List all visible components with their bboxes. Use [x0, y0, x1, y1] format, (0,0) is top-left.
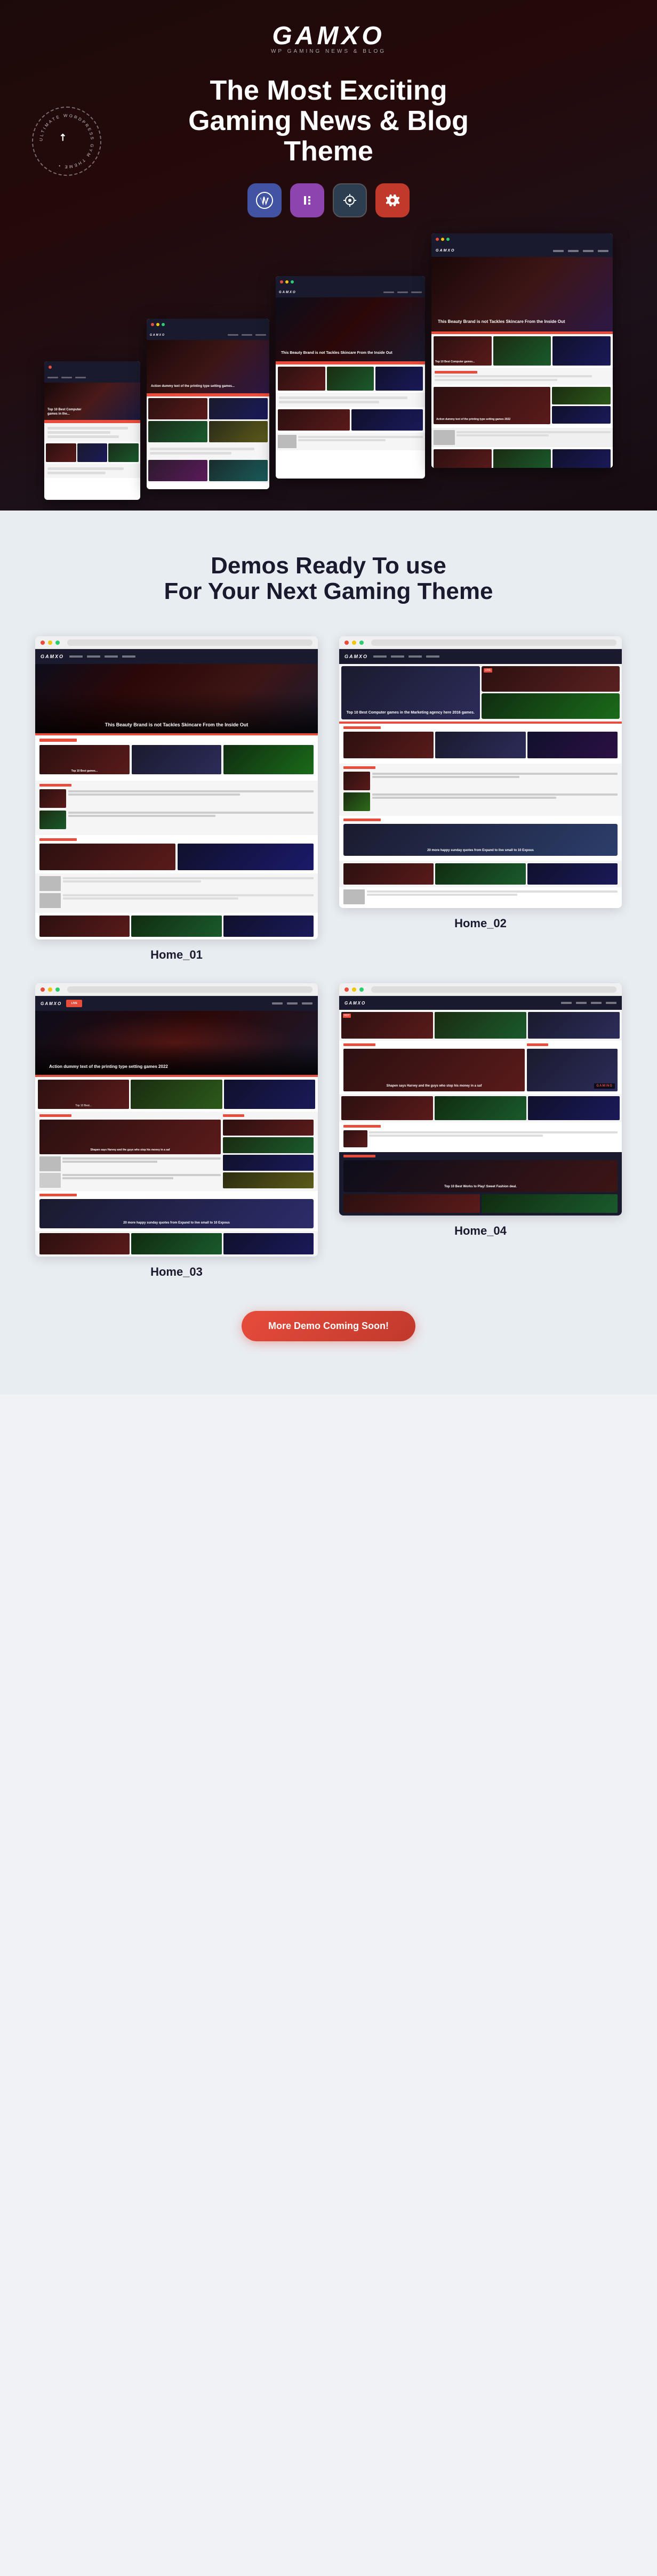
hero-icons-row	[247, 183, 410, 217]
demo-item-home04: GAMXO HOT	[339, 983, 622, 1279]
hero-section: GAMXO WP GAMING NEWS & BLOG The Most Exc…	[0, 0, 657, 511]
demo-h4-article: Shapen says Harvey and the guys who stop…	[347, 1084, 522, 1089]
settings-icon-box[interactable]	[375, 183, 410, 217]
demo-preview-home02[interactable]: GAMXO Top 10 Best Computer games in the …	[339, 636, 622, 908]
circle-badge: ULTIMATE WORDPRESS GYM THEME • ↗	[32, 107, 101, 176]
demo-h2-hero-text: Top 10 Best Computer games in the Market…	[344, 710, 477, 715]
demo-preview-home04[interactable]: GAMXO HOT	[339, 983, 622, 1216]
demo-item-home01: GAMXO This Beauty Brand is not Tackles S…	[35, 636, 318, 962]
demos-grid: GAMXO This Beauty Brand is not Tackles S…	[35, 636, 622, 1279]
more-demos-button[interactable]: More Demo Coming Soon!	[242, 1311, 415, 1341]
demo-item-home02: GAMXO Top 10 Best Computer games in the …	[339, 636, 622, 962]
hero-mock-screen-3: GAMXO This Beauty Brand is not Tackles S…	[276, 276, 425, 479]
hero-mock-screen-1: Top 10 Best Computergames in the...	[44, 361, 140, 500]
demo-label-home04: Home_04	[454, 1224, 507, 1238]
hero-mock-screen-4: GAMXO This Beauty Brand is not Tackles S…	[431, 233, 613, 468]
hero-screens: Top 10 Best Computergames in the...	[44, 244, 613, 479]
demo-item-home03: GAMXO LIVE Action dummy text of the p	[35, 983, 318, 1279]
demo-label-home02: Home_02	[454, 917, 507, 930]
demos-title: Demos Ready To use For Your Next Gaming …	[21, 553, 636, 605]
demos-section: Demos Ready To use For Your Next Gaming …	[0, 511, 657, 1395]
demo-preview-home01[interactable]: GAMXO This Beauty Brand is not Tackles S…	[35, 636, 318, 939]
svg-text:↗: ↗	[56, 131, 69, 143]
hero-title: The Most Exciting Gaming News & Blog The…	[142, 76, 515, 167]
logo-subtitle: WP GAMING NEWS & BLOG	[271, 48, 386, 54]
logo-area: GAMXO WP GAMING NEWS & BLOG	[271, 21, 386, 54]
wordpress-icon-box[interactable]	[247, 183, 282, 217]
demo-h1-hero-text: This Beauty Brand is not Tackles Skincar…	[41, 722, 313, 728]
demo-h1-logo: GAMXO	[41, 654, 64, 659]
logo-text: GAMXO	[272, 21, 384, 51]
octo-icon-box[interactable]	[333, 183, 367, 217]
demo-h2-wide-text: 20 more happy sunday quotes from Expand …	[348, 849, 613, 853]
demo-h3-wide: 20 more happy sunday quotes from Expand …	[44, 1221, 309, 1226]
demo-preview-home03[interactable]: GAMXO LIVE Action dummy text of the p	[35, 983, 318, 1257]
demo-h2-logo: GAMXO	[344, 654, 368, 659]
demo-label-home01: Home_01	[150, 948, 203, 962]
hero-mock-screen-2: GAMXO Action dummy text of the printing …	[147, 319, 269, 489]
svg-text:ULTIMATE WORDPRESS GYM THEME •: ULTIMATE WORDPRESS GYM THEME •	[38, 113, 94, 169]
demo-h3-article: Shapen says Harvey and the guys who stop…	[42, 1148, 218, 1152]
elementor-icon-box[interactable]	[290, 183, 324, 217]
demo-h3-hero-text: Action dummy text of the printing type s…	[41, 1064, 177, 1070]
demo-label-home03: Home_03	[150, 1265, 203, 1279]
